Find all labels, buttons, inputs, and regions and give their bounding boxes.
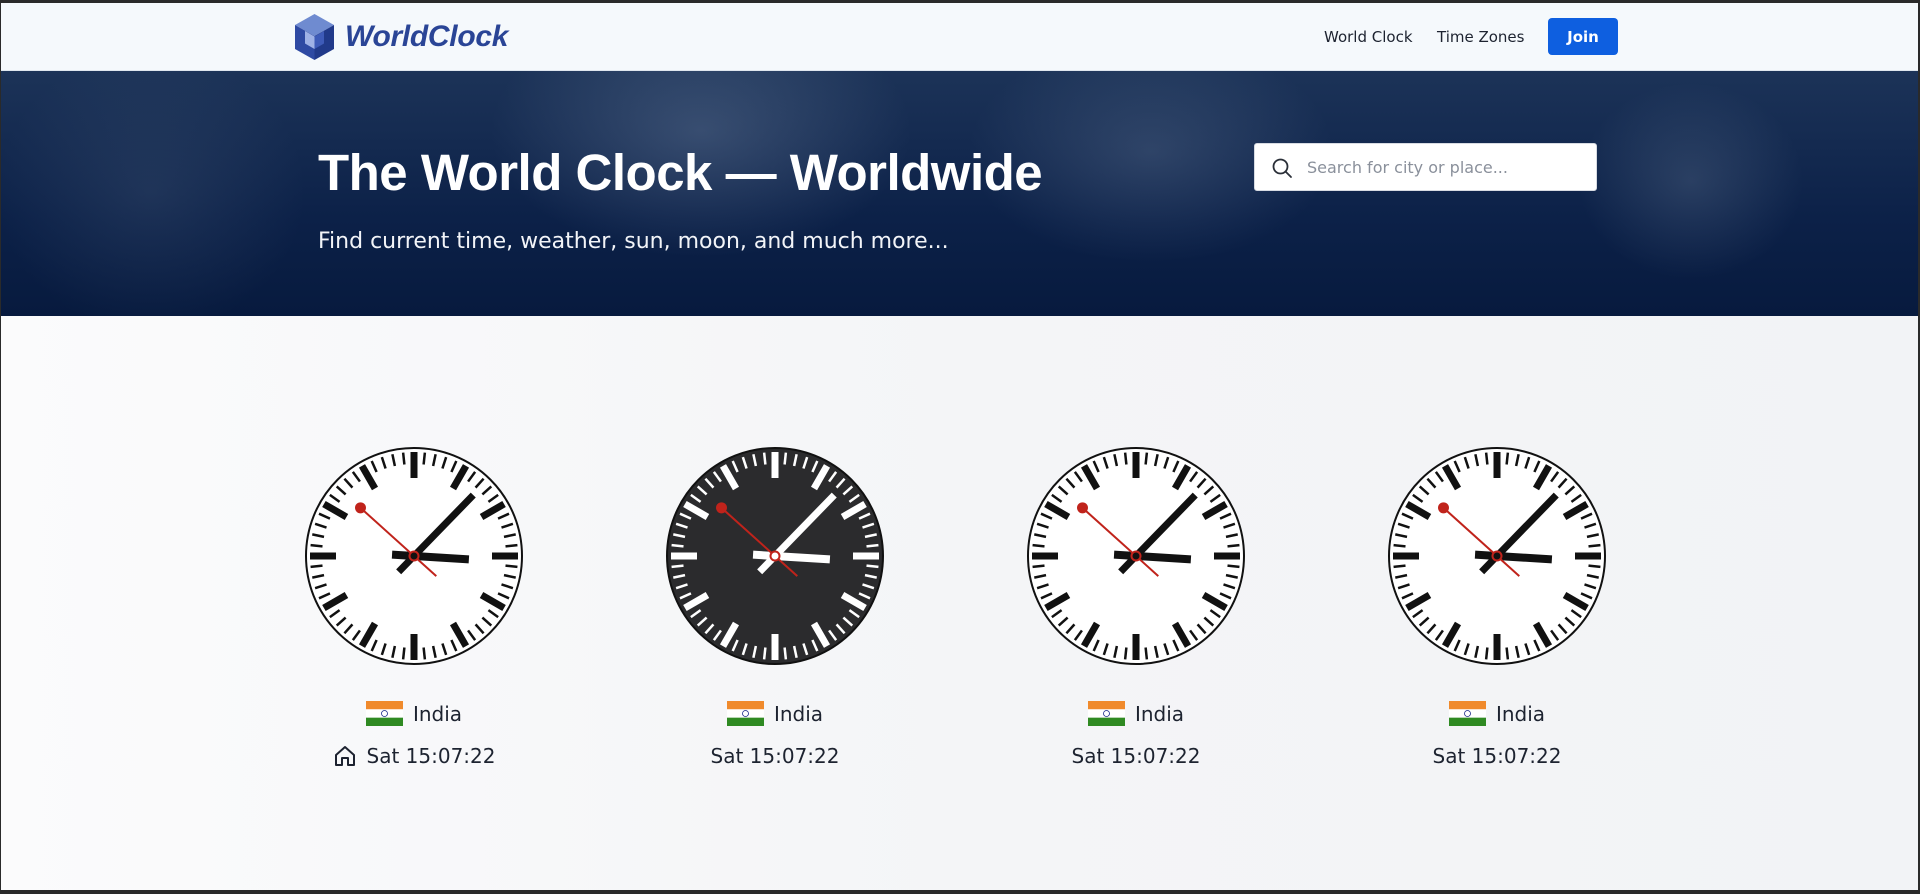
minute-tick [310,543,323,548]
minute-tick [762,647,767,660]
second-hand-dot [354,502,366,514]
minute-tick [1123,647,1128,660]
cube-logo-icon [295,14,334,60]
hour-hand [752,550,831,564]
clock-time: Sat 15:07:22 [1006,744,1266,768]
minute-tick [1144,647,1149,660]
home-icon [334,746,355,766]
clock-center-pin [1491,550,1503,562]
minute-tick [783,647,788,660]
clock-country: India [1006,701,1266,726]
minute-tick [1123,452,1128,465]
minute-tick [1227,543,1240,548]
country-name: India [773,701,824,726]
second-hand-dot [1076,502,1088,514]
search-input[interactable] [1307,144,1587,190]
india-flag-icon [1448,701,1486,726]
hour-hand [1474,550,1553,564]
analog-clock-face [305,447,523,665]
hero-subtitle: Find current time, weather, sun, moon, a… [318,229,949,254]
minute-tick [1588,543,1601,548]
top-nav: WorldClock World Clock Time Zones Join [1,3,1918,71]
minute-tick [1484,452,1489,465]
minute-tick [310,564,323,569]
india-flag-icon [726,701,764,726]
hero-banner: The World Clock — Worldwide Find current… [1,71,1918,316]
minute-tick [1032,564,1045,569]
minute-tick [1505,647,1510,660]
country-name: India [1134,701,1185,726]
minute-tick [505,543,518,548]
minute-tick [671,564,684,569]
minute-tick [1588,564,1601,569]
time-text: Sat 15:07:22 [710,744,840,768]
clock-country: India [284,701,544,726]
india-flag-icon [365,701,403,726]
minute-tick [1393,564,1406,569]
page-title: The World Clock — Worldwide [318,144,1043,201]
second-hand-dot [715,502,727,514]
minute-tick [1032,543,1045,548]
join-button[interactable]: Join [1548,18,1618,55]
minute-tick [422,647,427,660]
second-hand-dot [1437,502,1449,514]
analog-clock-face [1388,447,1606,665]
clock-country: India [1367,701,1627,726]
nav-time-zones-link[interactable]: Time Zones [1437,28,1524,46]
minute-tick [1227,564,1240,569]
search-icon [1272,158,1292,178]
brand-name: WorldClock [345,20,509,53]
minute-tick [762,452,767,465]
clocks-section: India Sat 15:07:22 India Sat 15:07:22 In… [1,316,1918,890]
minute-tick [783,452,788,465]
minute-tick [401,452,406,465]
time-text: Sat 15:07:22 [366,744,496,768]
clock-center-pin [1130,550,1142,562]
minute-tick [866,564,879,569]
clock-time: Sat 15:07:22 [284,744,544,768]
minute-tick [401,647,406,660]
country-name: India [412,701,463,726]
search-box[interactable] [1254,143,1597,191]
brand-logo[interactable]: WorldClock [294,13,508,61]
minute-tick [1505,452,1510,465]
clock-time: Sat 15:07:22 [645,744,905,768]
hour-hand [391,550,470,564]
clock-center-pin [769,550,781,562]
minute-tick [1484,647,1489,660]
hour-hand [1113,550,1192,564]
minute-tick [1144,452,1149,465]
analog-clock-face [1027,447,1245,665]
time-text: Sat 15:07:22 [1432,744,1562,768]
india-flag-icon [1087,701,1125,726]
country-name: India [1495,701,1546,726]
minute-tick [1393,543,1406,548]
clock-country: India [645,701,905,726]
minute-tick [422,452,427,465]
minute-tick [671,543,684,548]
analog-clock-face [666,447,884,665]
time-text: Sat 15:07:22 [1071,744,1201,768]
minute-tick [505,564,518,569]
clock-time: Sat 15:07:22 [1367,744,1627,768]
page: WorldClock World Clock Time Zones Join T… [1,3,1918,890]
clock-center-pin [408,550,420,562]
nav-world-clock-link[interactable]: World Clock [1324,28,1413,46]
minute-tick [866,543,879,548]
